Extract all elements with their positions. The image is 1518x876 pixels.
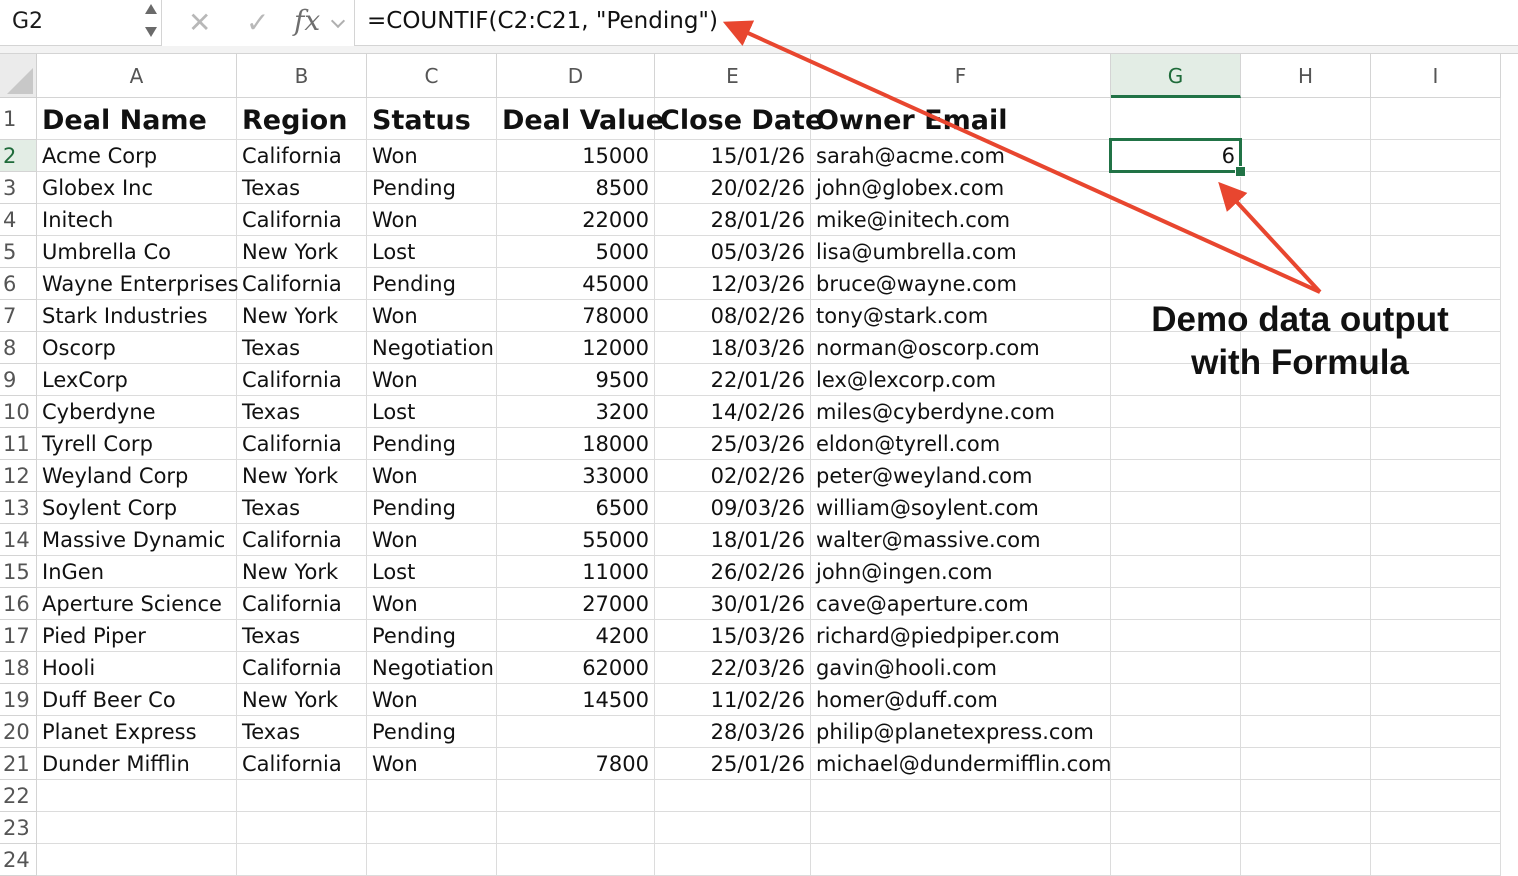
annotation-arrows: [722, 20, 1322, 294]
arrow-to-formula: [722, 20, 1321, 294]
arrow-to-result-cell: [1218, 181, 1322, 294]
